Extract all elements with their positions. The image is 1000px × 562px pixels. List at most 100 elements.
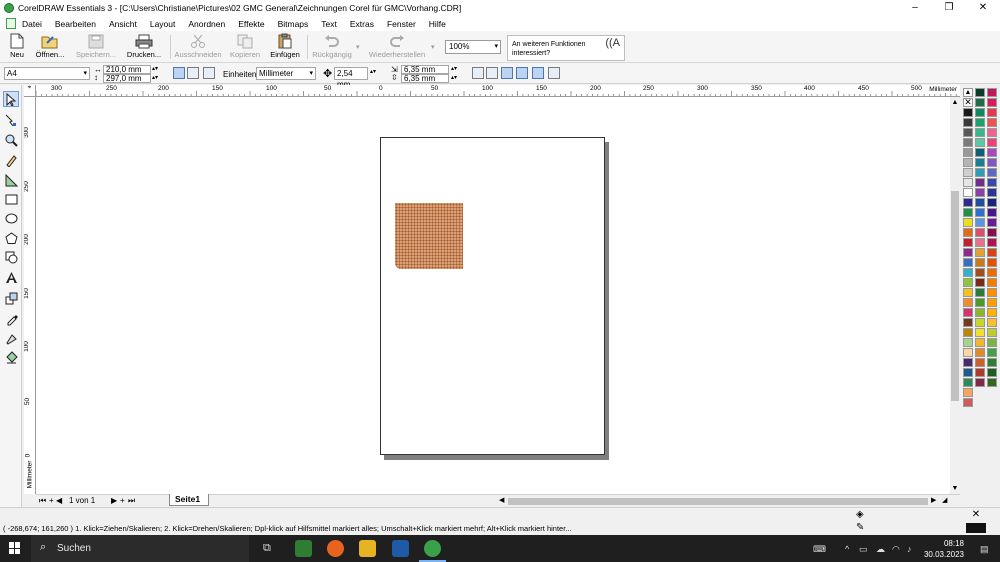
color-swatch[interactable] — [975, 358, 985, 367]
color-swatch[interactable] — [987, 218, 997, 227]
vertical-ruler[interactable]: 300 250 200 150 100 50 0 Millimeter — [24, 97, 36, 494]
coreldraw-taskbar-icon[interactable] — [419, 540, 446, 562]
color-swatch[interactable] — [987, 268, 997, 277]
color-swatch[interactable] — [987, 178, 997, 187]
color-swatch[interactable] — [987, 158, 997, 167]
vertical-scroll-thumb[interactable] — [951, 191, 959, 401]
last-page-icon[interactable]: ⏭ — [128, 496, 135, 506]
color-swatch[interactable] — [963, 398, 973, 407]
color-swatch[interactable] — [963, 238, 973, 247]
color-swatch[interactable] — [987, 258, 997, 267]
color-swatch[interactable] — [963, 258, 973, 267]
color-swatch[interactable] — [975, 268, 985, 277]
page-layout-icon[interactable] — [203, 67, 215, 79]
color-swatch[interactable] — [963, 168, 973, 177]
color-swatch[interactable] — [975, 168, 985, 177]
menu-bearbeiten[interactable]: Bearbeiten — [55, 19, 96, 29]
color-swatch[interactable] — [975, 158, 985, 167]
color-swatch[interactable] — [987, 358, 997, 367]
objects-snap-icon[interactable] — [501, 67, 513, 79]
scroll-left-icon[interactable]: ◀ — [499, 496, 504, 504]
color-swatch[interactable] — [963, 188, 973, 197]
color-swatch[interactable] — [975, 218, 985, 227]
color-swatch[interactable] — [987, 138, 997, 147]
word-app-icon[interactable] — [392, 540, 409, 557]
color-swatch[interactable] — [975, 108, 985, 117]
basic-shapes-tool-icon[interactable] — [3, 249, 19, 265]
outline-tool-icon[interactable] — [3, 330, 19, 346]
vertical-scrollbar[interactable]: ▲ ▼ — [950, 97, 960, 494]
color-swatch[interactable] — [963, 148, 973, 157]
color-swatch[interactable] — [975, 288, 985, 297]
add-page-before-icon[interactable]: + — [49, 496, 54, 505]
color-swatch[interactable] — [987, 238, 997, 247]
color-swatch[interactable] — [975, 198, 985, 207]
eyedropper-tool-icon[interactable] — [3, 311, 19, 327]
page-tab-seite1[interactable]: Seite1 — [169, 494, 209, 506]
nudge-distance-field[interactable]: 2,54 mm — [334, 67, 368, 89]
color-swatch[interactable] — [963, 308, 973, 317]
color-swatch[interactable] — [987, 148, 997, 157]
color-swatch[interactable] — [975, 128, 985, 137]
units-select[interactable]: Millimeter ▾ — [256, 67, 316, 80]
color-swatch[interactable] — [963, 378, 973, 387]
duplicate-x-field[interactable]: 6,35 mm — [401, 65, 449, 74]
scroll-right-icon[interactable]: ▶ — [931, 496, 936, 504]
redo-dropdown-icon[interactable]: ▾ — [431, 43, 435, 51]
color-swatch[interactable] — [975, 208, 985, 217]
menu-effekte[interactable]: Effekte — [238, 19, 264, 29]
system-clock[interactable]: 08:18 30.03.2023 — [924, 538, 964, 560]
color-swatch[interactable] — [963, 128, 973, 137]
menu-hilfe[interactable]: Hilfe — [429, 19, 446, 29]
color-swatch[interactable] — [963, 178, 973, 187]
save-button[interactable]: Speichern... — [75, 33, 117, 61]
onedrive-icon[interactable]: ☁ — [876, 544, 885, 555]
duplicate-y-field[interactable]: 6,35 mm — [401, 74, 449, 83]
calculator-app-icon[interactable] — [295, 540, 312, 557]
first-page-icon[interactable]: ⏮ — [39, 496, 46, 506]
color-swatch[interactable] — [975, 258, 985, 267]
color-swatch[interactable] — [963, 278, 973, 287]
close-button[interactable]: ✕ — [966, 0, 1000, 16]
color-swatch[interactable] — [975, 88, 985, 97]
color-swatch[interactable] — [987, 308, 997, 317]
taskbar-search[interactable]: ⌕ Suchen — [31, 535, 249, 562]
color-swatch[interactable] — [987, 98, 997, 107]
fabric-texture-bitmap[interactable] — [395, 203, 463, 269]
pick-tool-icon[interactable] — [3, 91, 19, 107]
no-fill-swatch[interactable]: ✕ — [963, 98, 973, 107]
landscape-icon[interactable] — [187, 67, 199, 79]
color-swatch[interactable] — [987, 228, 997, 237]
page-height-field[interactable]: 297,0 mm — [103, 74, 151, 83]
maximize-button[interactable]: ❐ — [932, 0, 966, 16]
color-swatch[interactable] — [963, 198, 973, 207]
color-swatch[interactable] — [963, 348, 973, 357]
color-swatch[interactable] — [975, 188, 985, 197]
cut-button[interactable]: Ausschneiden — [174, 33, 222, 61]
firefox-app-icon[interactable] — [327, 540, 344, 557]
paste-button[interactable]: Einfügen — [268, 33, 302, 61]
color-swatch[interactable] — [987, 288, 997, 297]
copy-button[interactable]: Kopieren — [228, 33, 262, 61]
palette-scroll-icon[interactable]: ▲ — [963, 88, 973, 97]
scroll-down-icon[interactable]: ▼ — [950, 485, 960, 492]
color-swatch[interactable] — [975, 228, 985, 237]
outline-indicator-icon[interactable]: ✎ — [856, 522, 864, 533]
color-swatch[interactable] — [963, 328, 973, 337]
color-swatch[interactable] — [987, 118, 997, 127]
file-explorer-app-icon[interactable] — [359, 540, 376, 557]
horizontal-ruler[interactable]: 300 250 200 150 100 50 0 50 100 150 200 … — [36, 85, 960, 97]
color-swatch[interactable] — [975, 148, 985, 157]
color-swatch[interactable] — [963, 368, 973, 377]
smart-fill-tool-icon[interactable] — [3, 172, 19, 188]
color-swatch[interactable] — [975, 328, 985, 337]
ruler-origin[interactable]: ⌖ — [24, 85, 36, 97]
undo-dropdown-icon[interactable]: ▾ — [356, 43, 360, 51]
portrait-icon[interactable] — [173, 67, 185, 79]
color-swatch[interactable] — [987, 378, 997, 387]
dynamic-guides-icon[interactable] — [516, 67, 528, 79]
windows-start-icon[interactable] — [9, 542, 21, 554]
color-swatch[interactable] — [987, 208, 997, 217]
color-swatch[interactable] — [975, 378, 985, 387]
color-swatch[interactable] — [963, 298, 973, 307]
